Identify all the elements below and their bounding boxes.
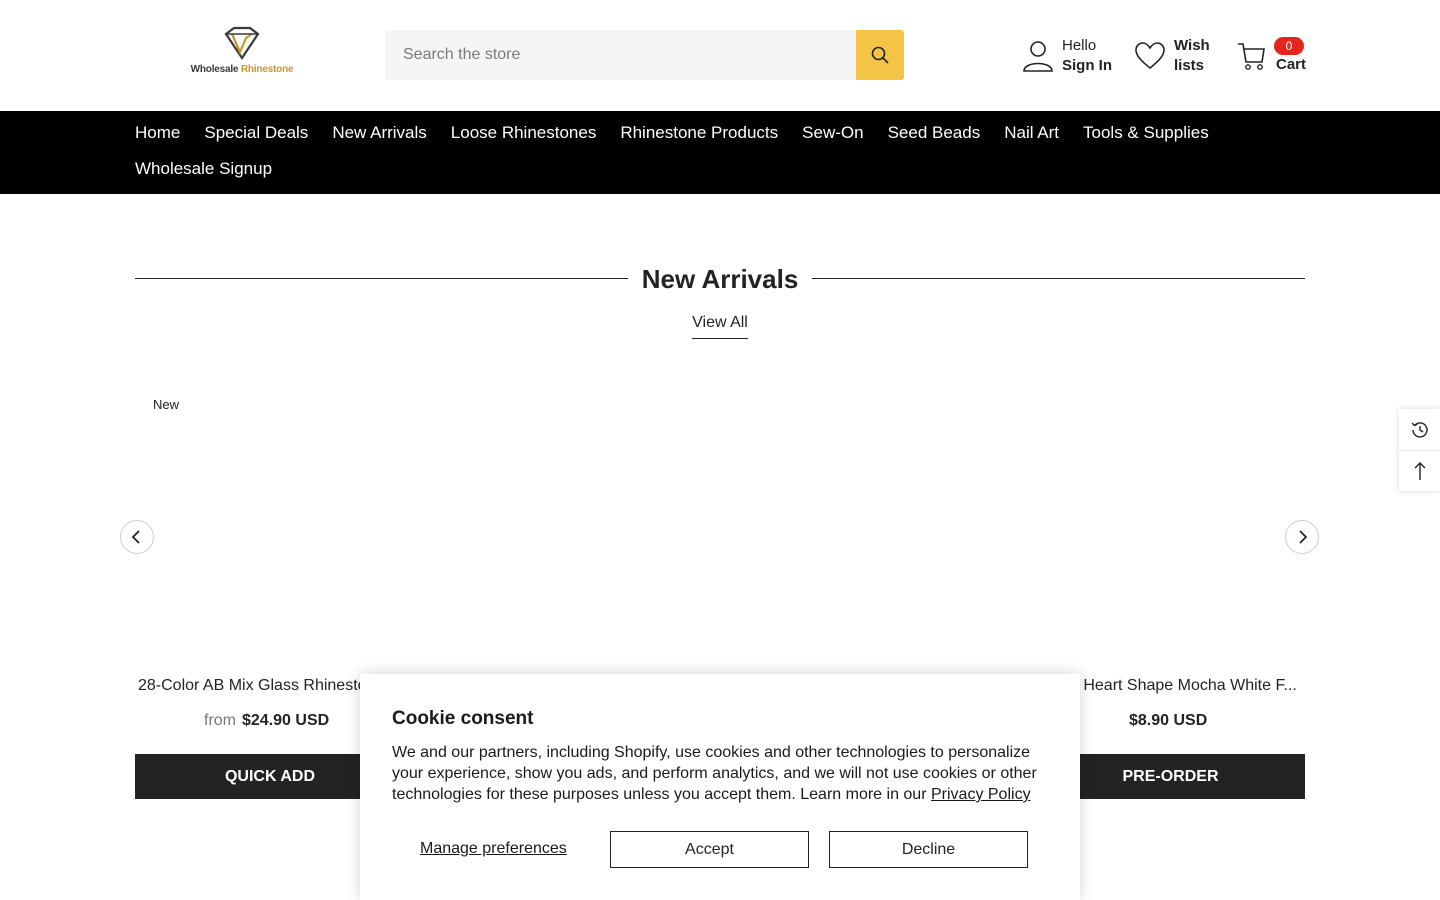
chevron-right-icon (1299, 530, 1308, 544)
cart-count-badge: 0 (1274, 37, 1304, 55)
user-icon (1023, 41, 1053, 72)
nav-row: Home Special Deals New Arrivals Loose Rh… (135, 123, 1233, 143)
diamond-logo-icon (224, 26, 260, 60)
search-input[interactable] (385, 30, 856, 80)
chevron-left-icon (131, 530, 140, 544)
privacy-policy-link[interactable]: Privacy Policy (931, 786, 1031, 803)
new-badge: New (153, 397, 180, 412)
nav-item-sew-on[interactable]: Sew-On (802, 123, 863, 143)
product-price: $8.90 USD (1129, 712, 1208, 729)
nav-item-seed-beads[interactable]: Seed Beads (888, 123, 981, 143)
manage-preferences-link[interactable]: Manage preferences (420, 840, 567, 858)
carousel-prev-button[interactable] (120, 520, 154, 554)
main-nav: Home Special Deals New Arrivals Loose Rh… (0, 111, 1440, 194)
nav-row: Wholesale Signup (135, 159, 296, 179)
cart-link[interactable]: 0 Cart (1236, 36, 1306, 73)
nav-item-new-arrivals[interactable]: New Arrivals (332, 123, 426, 143)
price-value: $24.90 USD (242, 712, 330, 729)
product-title[interactable]: e Heart Shape Mocha White F... (1070, 677, 1308, 695)
cookie-text: We and our partners, including Shopify, … (392, 744, 1037, 803)
history-icon (1411, 421, 1428, 438)
nav-item-tools-supplies[interactable]: Tools & Supplies (1083, 123, 1209, 143)
account-greeting: Hello (1062, 37, 1097, 54)
nav-item-special-deals[interactable]: Special Deals (204, 123, 308, 143)
wishlist-label-line2: lists (1174, 57, 1205, 74)
search-icon (871, 46, 889, 64)
cookie-consent-dialog: Cookie consent We and our partners, incl… (360, 674, 1080, 900)
recently-viewed-button[interactable] (1399, 409, 1440, 450)
cart-label: Cart (1276, 56, 1307, 73)
nav-item-home[interactable]: Home (135, 123, 180, 143)
view-all-link[interactable]: View All (692, 314, 748, 339)
sign-in-label: Sign In (1062, 57, 1112, 74)
side-tools (1399, 409, 1440, 491)
accept-button[interactable]: Accept (610, 831, 809, 868)
title-divider-left (135, 278, 628, 279)
wishlist-link[interactable]: Wish lists (1134, 36, 1210, 76)
search-button[interactable] (856, 30, 904, 80)
nav-item-nail-art[interactable]: Nail Art (1004, 123, 1059, 143)
price-prefix: from (204, 712, 236, 729)
nav-item-rhinestone-products[interactable]: Rhinestone Products (620, 123, 778, 143)
cart-icon (1238, 42, 1265, 70)
search-bar (385, 30, 904, 80)
arrow-up-icon (1414, 462, 1425, 480)
product-title[interactable]: 28-Color AB Mix Glass Rhinestones (138, 677, 366, 695)
cookie-title: Cookie consent (392, 708, 534, 729)
back-to-top-button[interactable] (1399, 450, 1440, 491)
logo[interactable]: Wholesale Rhinestone (190, 26, 294, 82)
logo-text: Wholesale Rhinestone (190, 64, 294, 75)
decline-button[interactable]: Decline (829, 831, 1028, 868)
site-header: Wholesale Rhinestone Hello Sign In Wish … (0, 0, 1440, 111)
section-title: New Arrivals (641, 264, 799, 294)
product-price: from $24.90 USD (204, 712, 329, 730)
carousel-next-button[interactable] (1285, 520, 1319, 554)
title-divider-right (812, 278, 1305, 279)
wishlist-label-line1: Wish (1174, 37, 1210, 54)
heart-icon (1135, 42, 1165, 70)
nav-item-wholesale-signup[interactable]: Wholesale Signup (135, 159, 272, 179)
nav-item-loose-rhinestones[interactable]: Loose Rhinestones (451, 123, 597, 143)
account-link[interactable]: Hello Sign In (1022, 36, 1112, 76)
